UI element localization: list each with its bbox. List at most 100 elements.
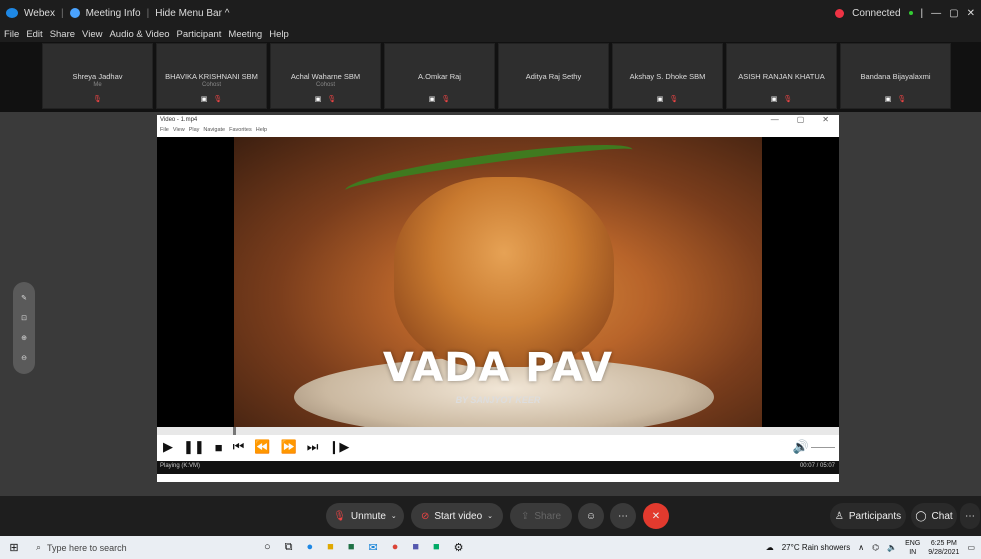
zoom-in-icon[interactable]: ⊕: [21, 334, 27, 342]
webex-logo-icon: [6, 8, 18, 18]
menu-share[interactable]: Share: [50, 29, 75, 40]
windows-start-icon[interactable]: ⊞: [0, 541, 28, 554]
skip-forward-icon[interactable]: ⏭: [307, 439, 319, 455]
green-dot-icon: [908, 11, 913, 15]
meeting-info-link[interactable]: Meeting Info: [86, 8, 141, 19]
seek-thumb[interactable]: [233, 427, 236, 435]
participant-name: Akshay S. Dhoke SBM: [629, 72, 706, 81]
weather-text[interactable]: 27°C Rain showers: [782, 543, 851, 552]
more-panels-button[interactable]: ⋯: [960, 503, 980, 529]
video-menu-play[interactable]: Play: [189, 127, 200, 137]
participant-tile[interactable]: Akshay S. Dhoke SBM ▣ 🎙: [612, 43, 723, 109]
menu-meeting[interactable]: Meeting: [228, 29, 262, 40]
player-time: 00:07 / 05:07: [799, 463, 835, 469]
frame-step-icon[interactable]: ❙▶: [328, 439, 349, 455]
muted-mic-icon: 🎙: [897, 96, 907, 103]
video-close-button[interactable]: ✕: [822, 115, 829, 124]
participant-name: BHAVIKA KRISHNANI SBM: [165, 72, 258, 81]
task-view-icon[interactable]: ⧉: [285, 541, 293, 554]
screen-icon: ▣: [200, 96, 208, 103]
seek-bar[interactable]: [157, 427, 839, 435]
reactions-button[interactable]: ☺: [578, 503, 604, 529]
fit-icon[interactable]: ⊡: [21, 314, 27, 322]
muted-mic-icon: 🎙: [441, 96, 451, 103]
skip-back-icon[interactable]: ⏮: [233, 439, 245, 455]
search-placeholder: Type here to search: [47, 542, 127, 553]
teams-icon[interactable]: ■: [412, 541, 419, 554]
taskbar-search[interactable]: ⌕ Type here to search: [28, 536, 238, 559]
file-explorer-icon[interactable]: ■: [327, 541, 334, 554]
cortana-icon[interactable]: ○: [264, 541, 271, 554]
participant-tile[interactable]: Shreya Jadhav Me 🎙: [42, 43, 153, 109]
menu-file[interactable]: File: [4, 29, 19, 40]
chrome-icon[interactable]: ●: [392, 541, 399, 554]
rewind-icon[interactable]: ⏪: [254, 439, 270, 455]
video-menu-navigate[interactable]: Navigate: [203, 127, 225, 137]
leave-meeting-button[interactable]: ✕: [643, 503, 669, 529]
maximize-button[interactable]: ▢: [949, 8, 958, 19]
video-maximize-button[interactable]: ▢: [797, 115, 805, 124]
edge-icon[interactable]: ●: [307, 541, 314, 554]
menu-help[interactable]: Help: [269, 29, 289, 40]
webex-taskbar-icon[interactable]: ■: [433, 541, 440, 554]
menu-audio-video[interactable]: Audio & Video: [109, 29, 169, 40]
video-image: VADA PAV BY SANJYOT KEER: [234, 137, 762, 427]
hide-menu-bar-link[interactable]: Hide Menu Bar ^: [155, 8, 229, 19]
video-menu-bar: File View Play Navigate Favorites Help: [157, 127, 839, 137]
participant-tile[interactable]: Bandana Bijayalaxmi ▣ 🎙: [840, 43, 951, 109]
video-overlay-subtitle: BY SANJYOT KEER: [455, 395, 541, 405]
minimize-button[interactable]: —: [931, 8, 941, 19]
participant-tile[interactable]: Aditya Raj Sethy: [498, 43, 609, 109]
volume-slider[interactable]: [811, 447, 835, 448]
menu-view[interactable]: View: [82, 29, 102, 40]
unmute-button[interactable]: 🎙 Unmute ⌄: [326, 503, 404, 529]
video-menu-help[interactable]: Help: [256, 127, 267, 137]
chevron-down-icon[interactable]: ⌄: [487, 512, 493, 520]
excel-icon[interactable]: ■: [348, 541, 355, 554]
clock[interactable]: 6:25 PM 9/28/2021: [928, 539, 959, 557]
video-menu-favorites[interactable]: Favorites: [229, 127, 252, 137]
connection-status[interactable]: Connected: [852, 8, 900, 19]
video-minimize-button[interactable]: —: [771, 115, 779, 124]
chat-button[interactable]: ◯ Chat: [911, 503, 957, 529]
pause-icon[interactable]: ❚❚: [183, 439, 205, 455]
windows-taskbar: ⊞ ⌕ Type here to search ○ ⧉ ● ■ ■ ✉ ● ■ …: [0, 536, 981, 559]
close-button[interactable]: ✕: [967, 8, 975, 19]
video-menu-view[interactable]: View: [173, 127, 185, 137]
start-video-button[interactable]: ⊘ Start video ⌄: [411, 503, 503, 529]
play-icon[interactable]: ▶: [163, 439, 173, 455]
language-indicator[interactable]: ENG IN: [905, 539, 920, 557]
shared-content-stage: ✎ ⊡ ⊕ ⊖ Video - 1.mp4 — ▢ ✕ File View Pl…: [0, 112, 981, 496]
fast-forward-icon[interactable]: ⏩: [281, 439, 297, 455]
volume-icon[interactable]: 🔊: [793, 439, 809, 455]
video-player-window: Video - 1.mp4 — ▢ ✕ File View Play Navig…: [157, 115, 839, 482]
stop-icon[interactable]: ■: [215, 440, 223, 455]
participant-tile[interactable]: ASISH RANJAN KHATUA ▣ 🎙: [726, 43, 837, 109]
participant-tile[interactable]: BHAVIKA KRISHNANI SBM Cohost ▣ 🎙: [156, 43, 267, 109]
video-menu-file[interactable]: File: [160, 127, 169, 137]
share-button[interactable]: ⇪ Share: [510, 503, 572, 529]
participant-role: Cohost: [315, 82, 335, 88]
more-options-button[interactable]: ⋯: [610, 503, 636, 529]
meeting-info-icon[interactable]: [69, 8, 80, 18]
muted-mic-icon: 🎙: [213, 96, 223, 103]
participants-button[interactable]: ♙ Participants: [830, 503, 906, 529]
bun-shape: [394, 177, 614, 367]
annotate-icon[interactable]: ✎: [21, 294, 27, 302]
participant-tile[interactable]: A.Omkar Raj ▣ 🎙: [384, 43, 495, 109]
speaker-icon[interactable]: 🔈: [887, 543, 897, 552]
notification-icon[interactable]: ▭: [967, 543, 975, 552]
menu-participant[interactable]: Participant: [177, 29, 222, 40]
zoom-out-icon[interactable]: ⊖: [21, 354, 27, 362]
settings-icon[interactable]: ⚙: [454, 541, 464, 554]
muted-mic-icon: 🎙: [327, 96, 337, 103]
chevron-up-icon[interactable]: ∧: [858, 543, 864, 552]
player-status: Playing (K:VM): [160, 463, 201, 469]
video-frame[interactable]: VADA PAV BY SANJYOT KEER: [157, 137, 839, 427]
network-icon[interactable]: ⌬: [872, 543, 879, 552]
mail-icon[interactable]: ✉: [368, 541, 377, 554]
menu-edit[interactable]: Edit: [26, 29, 42, 40]
participant-tile[interactable]: Achal Waharne SBM Cohost ▣ 🎙: [270, 43, 381, 109]
separator: |: [60, 7, 64, 19]
chevron-down-icon[interactable]: ⌄: [391, 512, 397, 520]
